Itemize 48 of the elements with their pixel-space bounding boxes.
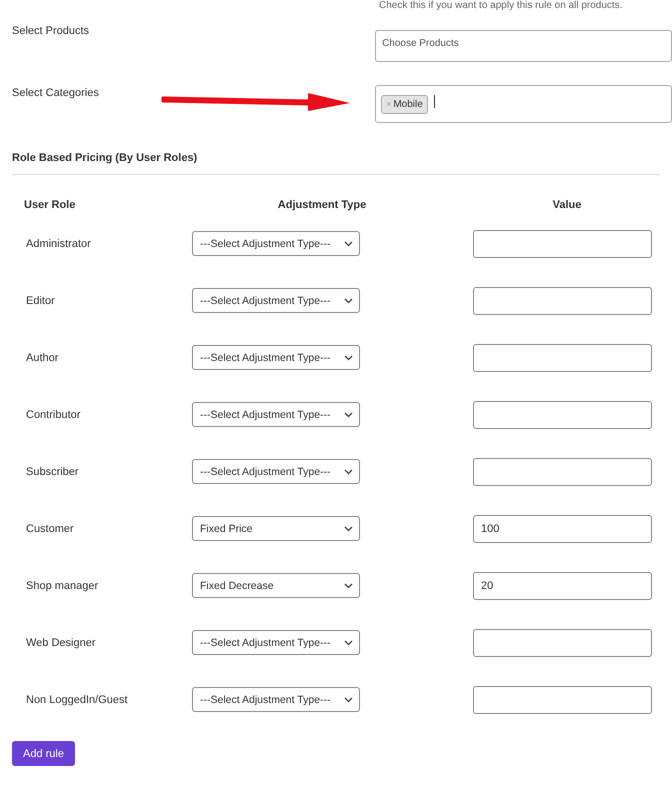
role-name: Non LoggedIn/Guest — [26, 694, 128, 706]
chevron-icon — [344, 526, 353, 532]
chevron-icon — [344, 582, 353, 588]
adjustment-dropdown[interactable]: ---Select Adjustment Type--- — [192, 687, 360, 712]
adjustment-dropdown[interactable]: ---Select Adjustment Type--- — [192, 630, 360, 655]
chevron-icon — [344, 412, 353, 418]
role-name: Customer — [26, 522, 74, 534]
adjustment-dropdown[interactable]: ---Select Adjustment Type--- — [192, 231, 360, 256]
chevron-icon — [344, 240, 353, 246]
section-title: Role Based Pricing (By User Roles) — [12, 152, 660, 175]
value-field[interactable] — [473, 458, 652, 486]
role-name: Administrator — [26, 238, 91, 250]
adjustment-dropdown[interactable]: ---Select Adjustment Type--- — [192, 459, 360, 484]
chevron-icon — [344, 640, 353, 646]
value-field[interactable] — [473, 286, 652, 314]
value-field[interactable]: 100 — [473, 514, 652, 542]
column-header: User Role — [23, 199, 76, 213]
adjustment-dropdown[interactable]: Fixed Decrease — [192, 573, 360, 598]
value-field[interactable] — [473, 230, 652, 258]
role-name: Subscriber — [26, 466, 79, 478]
hint-text: Check this if you want to apply this rule on all products. — [379, 0, 622, 11]
role-name: Contributor — [26, 408, 80, 420]
adjustment-dropdown[interactable]: Fixed Price — [192, 516, 360, 541]
role-name: Web Designer — [26, 636, 96, 648]
role-name: Editor — [26, 294, 55, 306]
category-tag[interactable]: × Mobile — [381, 94, 428, 114]
field-label: Select Products — [12, 25, 90, 37]
adjustment-dropdown[interactable]: ---Select Adjustment Type--- — [192, 402, 360, 427]
column-header: Adjustment Type — [276, 199, 368, 213]
role-name: Shop manager — [26, 580, 98, 592]
value-field[interactable]: 20 — [473, 572, 652, 600]
chevron-icon — [344, 468, 353, 474]
value-field[interactable] — [473, 686, 652, 714]
adjustment-dropdown[interactable]: ---Select Adjustment Type--- — [192, 345, 360, 370]
chevron-icon — [344, 298, 353, 304]
adjustment-dropdown[interactable]: ---Select Adjustment Type--- — [192, 288, 360, 313]
add-rule-button[interactable]: Add rule — [12, 741, 75, 766]
chevron-icon — [344, 696, 353, 702]
text-cursor — [434, 94, 435, 108]
field-label: Select Categories — [12, 86, 100, 98]
chevron-icon — [344, 354, 353, 360]
value-field[interactable] — [473, 344, 652, 372]
column-header: Value — [552, 199, 582, 213]
categories-field[interactable]: × Mobile — [375, 85, 672, 123]
value-field[interactable] — [473, 628, 652, 656]
value-field[interactable] — [473, 400, 652, 428]
products-field[interactable]: Choose Products — [375, 30, 672, 62]
role-name: Author — [26, 352, 58, 364]
